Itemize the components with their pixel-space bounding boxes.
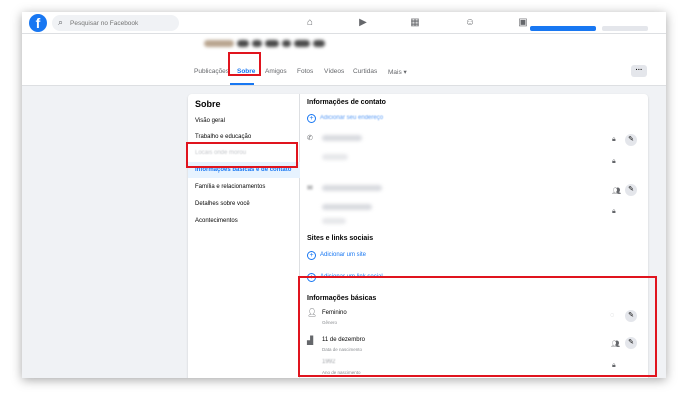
lock-icon: 🔒︎ — [612, 208, 616, 215]
search-input[interactable] — [70, 17, 175, 29]
tab-mais[interactable]: Mais ▾ — [388, 68, 407, 76]
plus-icon: + — [307, 273, 316, 282]
about-content: Informações de contato + Adicionar seu e… — [300, 94, 648, 378]
basic-info-title: Informações básicas — [307, 295, 377, 302]
edit-phone-button[interactable]: ✎ — [625, 134, 637, 146]
tab-curtidas[interactable]: Curtidas — [353, 68, 377, 75]
add-social-link[interactable]: Adicionar um link social — [320, 274, 383, 280]
plus-icon: + — [307, 114, 316, 123]
groups-icon[interactable]: ☺ — [462, 15, 478, 31]
blurred-email-label — [322, 218, 346, 224]
browser-frame: f ⌕ ⌂ ▶ ▦ ☺ ▣ Publicações Sobre Amigos F… — [22, 12, 666, 378]
sidebar-item-detalhes[interactable]: Detalhes sobre você — [195, 201, 250, 207]
about-card: Sobre Visão geral Trabalho e educação Lo… — [188, 94, 648, 378]
tab-videos[interactable]: Vídeos — [324, 68, 344, 75]
sidebar-item-acontecimentos[interactable]: Acontecimentos — [195, 218, 238, 224]
tab-fotos[interactable]: Fotos — [297, 68, 313, 75]
gender-value: Feminino — [322, 310, 347, 316]
blurred-phone-label — [322, 154, 348, 160]
more-options-button[interactable]: ··· — [631, 65, 647, 77]
sidebar-item-locais[interactable]: Locais onde morou — [195, 150, 246, 156]
about-sidebar: Sobre Visão geral Trabalho e educação Lo… — [188, 94, 300, 378]
tab-publicacoes[interactable]: Publicações — [194, 68, 229, 75]
edit-birth-date-button[interactable]: ✎ — [625, 337, 637, 349]
birth-year-label: Ano de nascimento — [322, 370, 361, 375]
blurred-profile-image — [204, 34, 374, 47]
contact-section-title: Informações de contato — [307, 99, 386, 106]
plus-icon: + — [307, 251, 316, 260]
friends-audience-icon: 👥︎ — [612, 188, 621, 195]
edit-gender-button[interactable]: ✎ — [625, 310, 637, 322]
phone-icon: ✆ — [307, 135, 313, 142]
sites-section-title: Sites e links sociais — [307, 235, 374, 242]
add-address-link[interactable]: Adicionar seu endereço — [320, 115, 383, 121]
profile-header: Publicações Sobre Amigos Fotos Vídeos Cu… — [22, 34, 666, 86]
gender-label: Gênero — [322, 320, 338, 325]
lock-icon: 🔒︎ — [612, 136, 616, 143]
watch-icon[interactable]: ▶ — [355, 15, 371, 31]
profile-secondary-button[interactable] — [602, 26, 648, 31]
gaming-icon[interactable]: ▣ — [515, 15, 531, 31]
friends-audience-icon: 👥︎ — [611, 341, 620, 348]
active-tab-indicator — [230, 83, 254, 85]
marketplace-icon[interactable]: ▦ — [407, 15, 423, 31]
cake-icon: ▟ — [307, 336, 314, 345]
public-audience-icon: ◌ — [610, 312, 615, 319]
top-navbar: f ⌕ ⌂ ▶ ▦ ☺ ▣ — [22, 12, 666, 34]
search-box[interactable]: ⌕ — [52, 15, 179, 31]
blurred-phone — [322, 135, 362, 141]
lock-icon: 🔒︎ — [612, 158, 616, 165]
lock-icon: 🔒︎ — [612, 362, 616, 369]
birth-date-value: 11 de dezembro — [322, 337, 365, 343]
tab-sobre[interactable]: Sobre — [237, 68, 255, 75]
birth-year-value: 1992 — [322, 359, 336, 365]
about-title: Sobre — [195, 99, 221, 109]
profile-action-button[interactable] — [530, 26, 596, 31]
sidebar-item-informacoes-basicas[interactable]: Informações básicas e de contato — [195, 167, 291, 173]
edit-email-button[interactable]: ✎ — [625, 184, 637, 196]
tab-amigos[interactable]: Amigos — [265, 68, 287, 75]
home-icon[interactable]: ⌂ — [302, 15, 318, 31]
search-icon: ⌕ — [58, 17, 64, 27]
facebook-logo[interactable]: f — [29, 14, 47, 32]
blurred-email — [322, 185, 382, 191]
sidebar-item-trabalho-educacao[interactable]: Trabalho e educação — [195, 134, 251, 140]
sidebar-item-visao-geral[interactable]: Visão geral — [195, 118, 225, 124]
blurred-email-2 — [322, 204, 372, 210]
person-icon: 👤︎ — [307, 308, 318, 317]
sidebar-item-familia[interactable]: Família e relacionamentos — [195, 184, 265, 190]
add-site-link[interactable]: Adicionar um site — [320, 252, 366, 258]
email-icon: ✉ — [307, 185, 313, 192]
birth-date-label: Data de nascimento — [322, 347, 363, 352]
